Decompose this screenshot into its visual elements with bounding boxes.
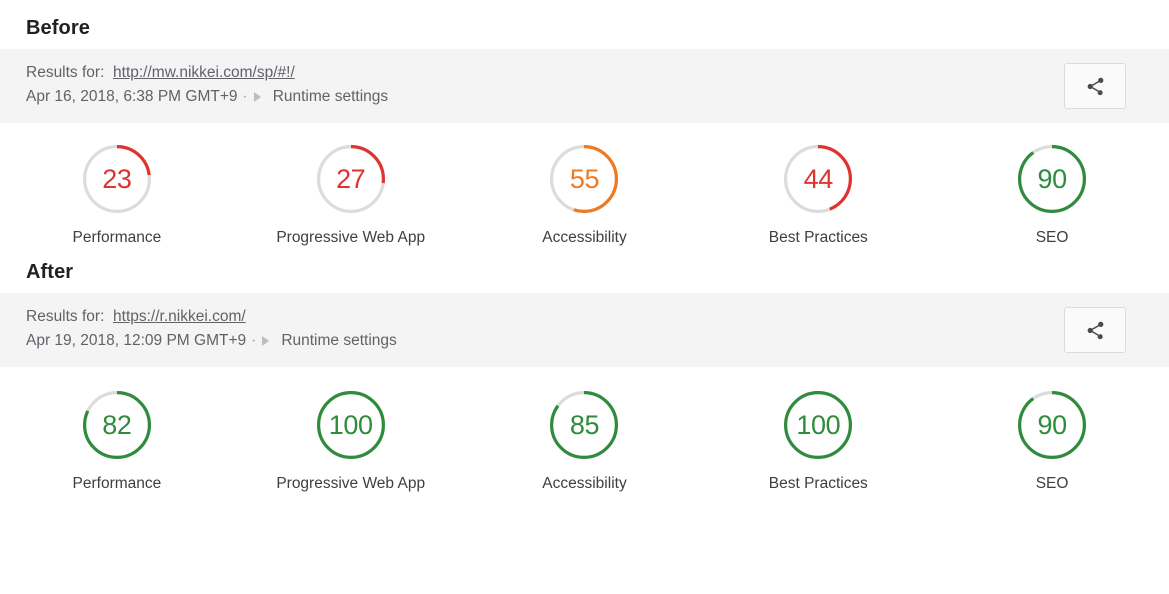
share-icon [1087, 321, 1103, 339]
gauge-ring: 90 [1018, 144, 1087, 214]
gauge-ring: 44 [784, 144, 853, 214]
score-gauge[interactable]: 55 Accessibility [468, 144, 702, 247]
timestamp-line: Apr 16, 2018, 6:38 PM GMT+9 · Runtime se… [26, 86, 1169, 108]
score-gauge[interactable]: 27 Progressive Web App [234, 144, 468, 247]
gauge-ring: 27 [316, 144, 385, 214]
gauge-ring: 85 [550, 390, 619, 460]
score-gauges-row: 23 Performance 27 Progressive Web App 55 Acce… [0, 123, 1169, 247]
report-url-link[interactable]: https://r.nikkei.com/ [113, 308, 246, 325]
gauge-ring: 100 [784, 390, 853, 460]
gauge-category-label: Progressive Web App [276, 475, 426, 492]
score-gauge[interactable]: 44 Best Practices [701, 144, 935, 247]
report-timestamp: Apr 19, 2018, 12:09 PM GMT+9 [26, 332, 247, 349]
report-header-band: Results for: http://mw.nikkei.com/sp/#!/… [0, 49, 1169, 123]
score-gauges-row: 82 Performance 100 Progressive Web App 85 Acc… [0, 367, 1169, 493]
gauge-category-label: SEO [1035, 229, 1069, 246]
gauge-score-value: 90 [1037, 163, 1067, 194]
share-button[interactable] [1064, 307, 1126, 353]
gauge-category-label: Progressive Web App [276, 229, 426, 246]
section-heading: Before [26, 17, 90, 39]
score-gauge[interactable]: 100 Progressive Web App [234, 390, 468, 493]
gauge-score-value: 82 [102, 409, 132, 440]
chevron-right-icon[interactable] [253, 92, 261, 102]
results-for-line: Results for: http://mw.nikkei.com/sp/#!/ [26, 62, 1169, 84]
gauge-ring: 82 [82, 390, 151, 460]
chevron-right-icon[interactable] [262, 336, 270, 346]
report-section-after: After Results for: https://r.nikkei.com/… [0, 247, 1169, 493]
timestamp-line: Apr 19, 2018, 12:09 PM GMT+9 · Runtime s… [26, 330, 1169, 352]
report-url-link[interactable]: http://mw.nikkei.com/sp/#!/ [113, 64, 295, 81]
gauge-score-value: 100 [796, 409, 841, 440]
gauge-category-label: Accessibility [542, 475, 627, 492]
gauge-category-label: Best Practices [768, 475, 868, 492]
gauge-category-label: Performance [72, 475, 162, 492]
runtime-settings-toggle[interactable]: Runtime settings [281, 330, 396, 352]
gauge-ring: 90 [1018, 390, 1087, 460]
report-header-band: Results for: https://r.nikkei.com/ Apr 1… [0, 293, 1169, 367]
report-timestamp: Apr 16, 2018, 6:38 PM GMT+9 [26, 88, 238, 105]
score-gauge[interactable]: 82 Performance [0, 390, 234, 493]
gauge-category-label: Accessibility [542, 229, 627, 246]
gauge-score-value: 44 [803, 163, 834, 194]
gauge-category-label: Performance [72, 229, 162, 246]
gauge-ring: 23 [82, 144, 151, 214]
gauge-category-label: SEO [1035, 475, 1069, 492]
score-gauge[interactable]: 90 SEO [935, 144, 1169, 247]
score-gauge[interactable]: 100 Best Practices [701, 390, 935, 493]
score-gauge[interactable]: 90 SEO [935, 390, 1169, 493]
gauge-ring: 55 [550, 144, 619, 214]
gauge-score-value: 85 [569, 409, 600, 440]
gauge-ring: 100 [316, 390, 385, 460]
share-button[interactable] [1064, 63, 1126, 109]
runtime-settings-toggle[interactable]: Runtime settings [273, 86, 388, 108]
gauge-score-value: 100 [328, 409, 373, 440]
results-for-label: Results for: [26, 308, 105, 325]
share-icon [1087, 77, 1103, 95]
score-gauge[interactable]: 85 Accessibility [468, 390, 702, 493]
gauge-score-value: 90 [1037, 409, 1067, 440]
section-heading: After [26, 261, 74, 283]
gauge-score-value: 55 [569, 163, 600, 194]
gauge-category-label: Best Practices [768, 229, 868, 246]
report-section-before: Before Results for: http://mw.nikkei.com… [0, 0, 1169, 247]
separator-dot: · [251, 332, 257, 349]
results-for-label: Results for: [26, 64, 105, 81]
results-for-line: Results for: https://r.nikkei.com/ [26, 306, 1169, 328]
score-gauge[interactable]: 23 Performance [0, 144, 234, 247]
separator-dot: · [242, 88, 248, 105]
gauge-score-value: 23 [102, 163, 132, 194]
gauge-score-value: 27 [336, 163, 366, 194]
